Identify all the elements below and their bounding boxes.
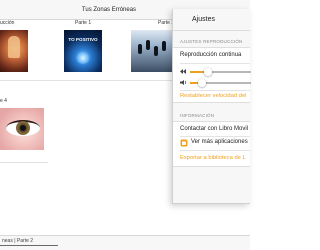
silhouette-meditation-image[interactable] [0,30,28,72]
reset-speed-button[interactable]: Restablecer velocidad del [180,93,246,99]
more-apps-link[interactable]: Ver más aplicaciones [191,139,248,145]
bottom-bar: neas | Parte 2 [0,235,250,250]
grid-divider [0,80,172,81]
settings-popover: Ajustes AJUSTES REPRODUCCIÓN Reproducció… [172,9,251,204]
speed-slider-knob[interactable] [204,67,213,76]
continuous-playback-label[interactable]: Reproducción continua [180,52,241,58]
eye-closeup-image[interactable] [0,108,44,150]
grid-divider [0,162,48,163]
to-positivo-image[interactable]: TO POSITIVO [64,30,102,72]
info-group: Contactar con Libro Movil Ver más aplica… [173,121,250,167]
settings-title-text: Ajustes [192,16,215,23]
breadcrumb[interactable]: neas | Parte 2 [2,238,33,244]
speed-icon [180,69,186,74]
progress-line [0,245,58,246]
chapter-label: e 4 [0,98,7,104]
chapter-label: ucción [0,20,15,26]
chapter-label: Parte 1 [75,20,92,26]
playback-group: Reproducción continua Restablecer veloci… [173,47,251,103]
window-title: Tus Zonas Erróneas [81,6,137,13]
row-separator [180,150,250,151]
jumping-people-image[interactable] [131,30,172,72]
row-separator [180,90,250,91]
info-section-header: INFORMACIÓN [180,113,215,118]
settings-title: Ajustes [173,9,250,31]
playback-section-header: AJUSTES REPRODUCCIÓN [180,39,243,44]
volume-icon [180,80,187,85]
row-separator [180,63,250,64]
volume-slider-knob[interactable] [198,78,207,87]
row-separator [180,136,250,137]
export-library-button[interactable]: Exportar a biblioteca de L [180,155,246,161]
thumb-caption: TO POSITIVO [68,37,98,42]
contact-link[interactable]: Contactar con Libro Movil [180,126,248,132]
app-store-icon [180,139,188,147]
